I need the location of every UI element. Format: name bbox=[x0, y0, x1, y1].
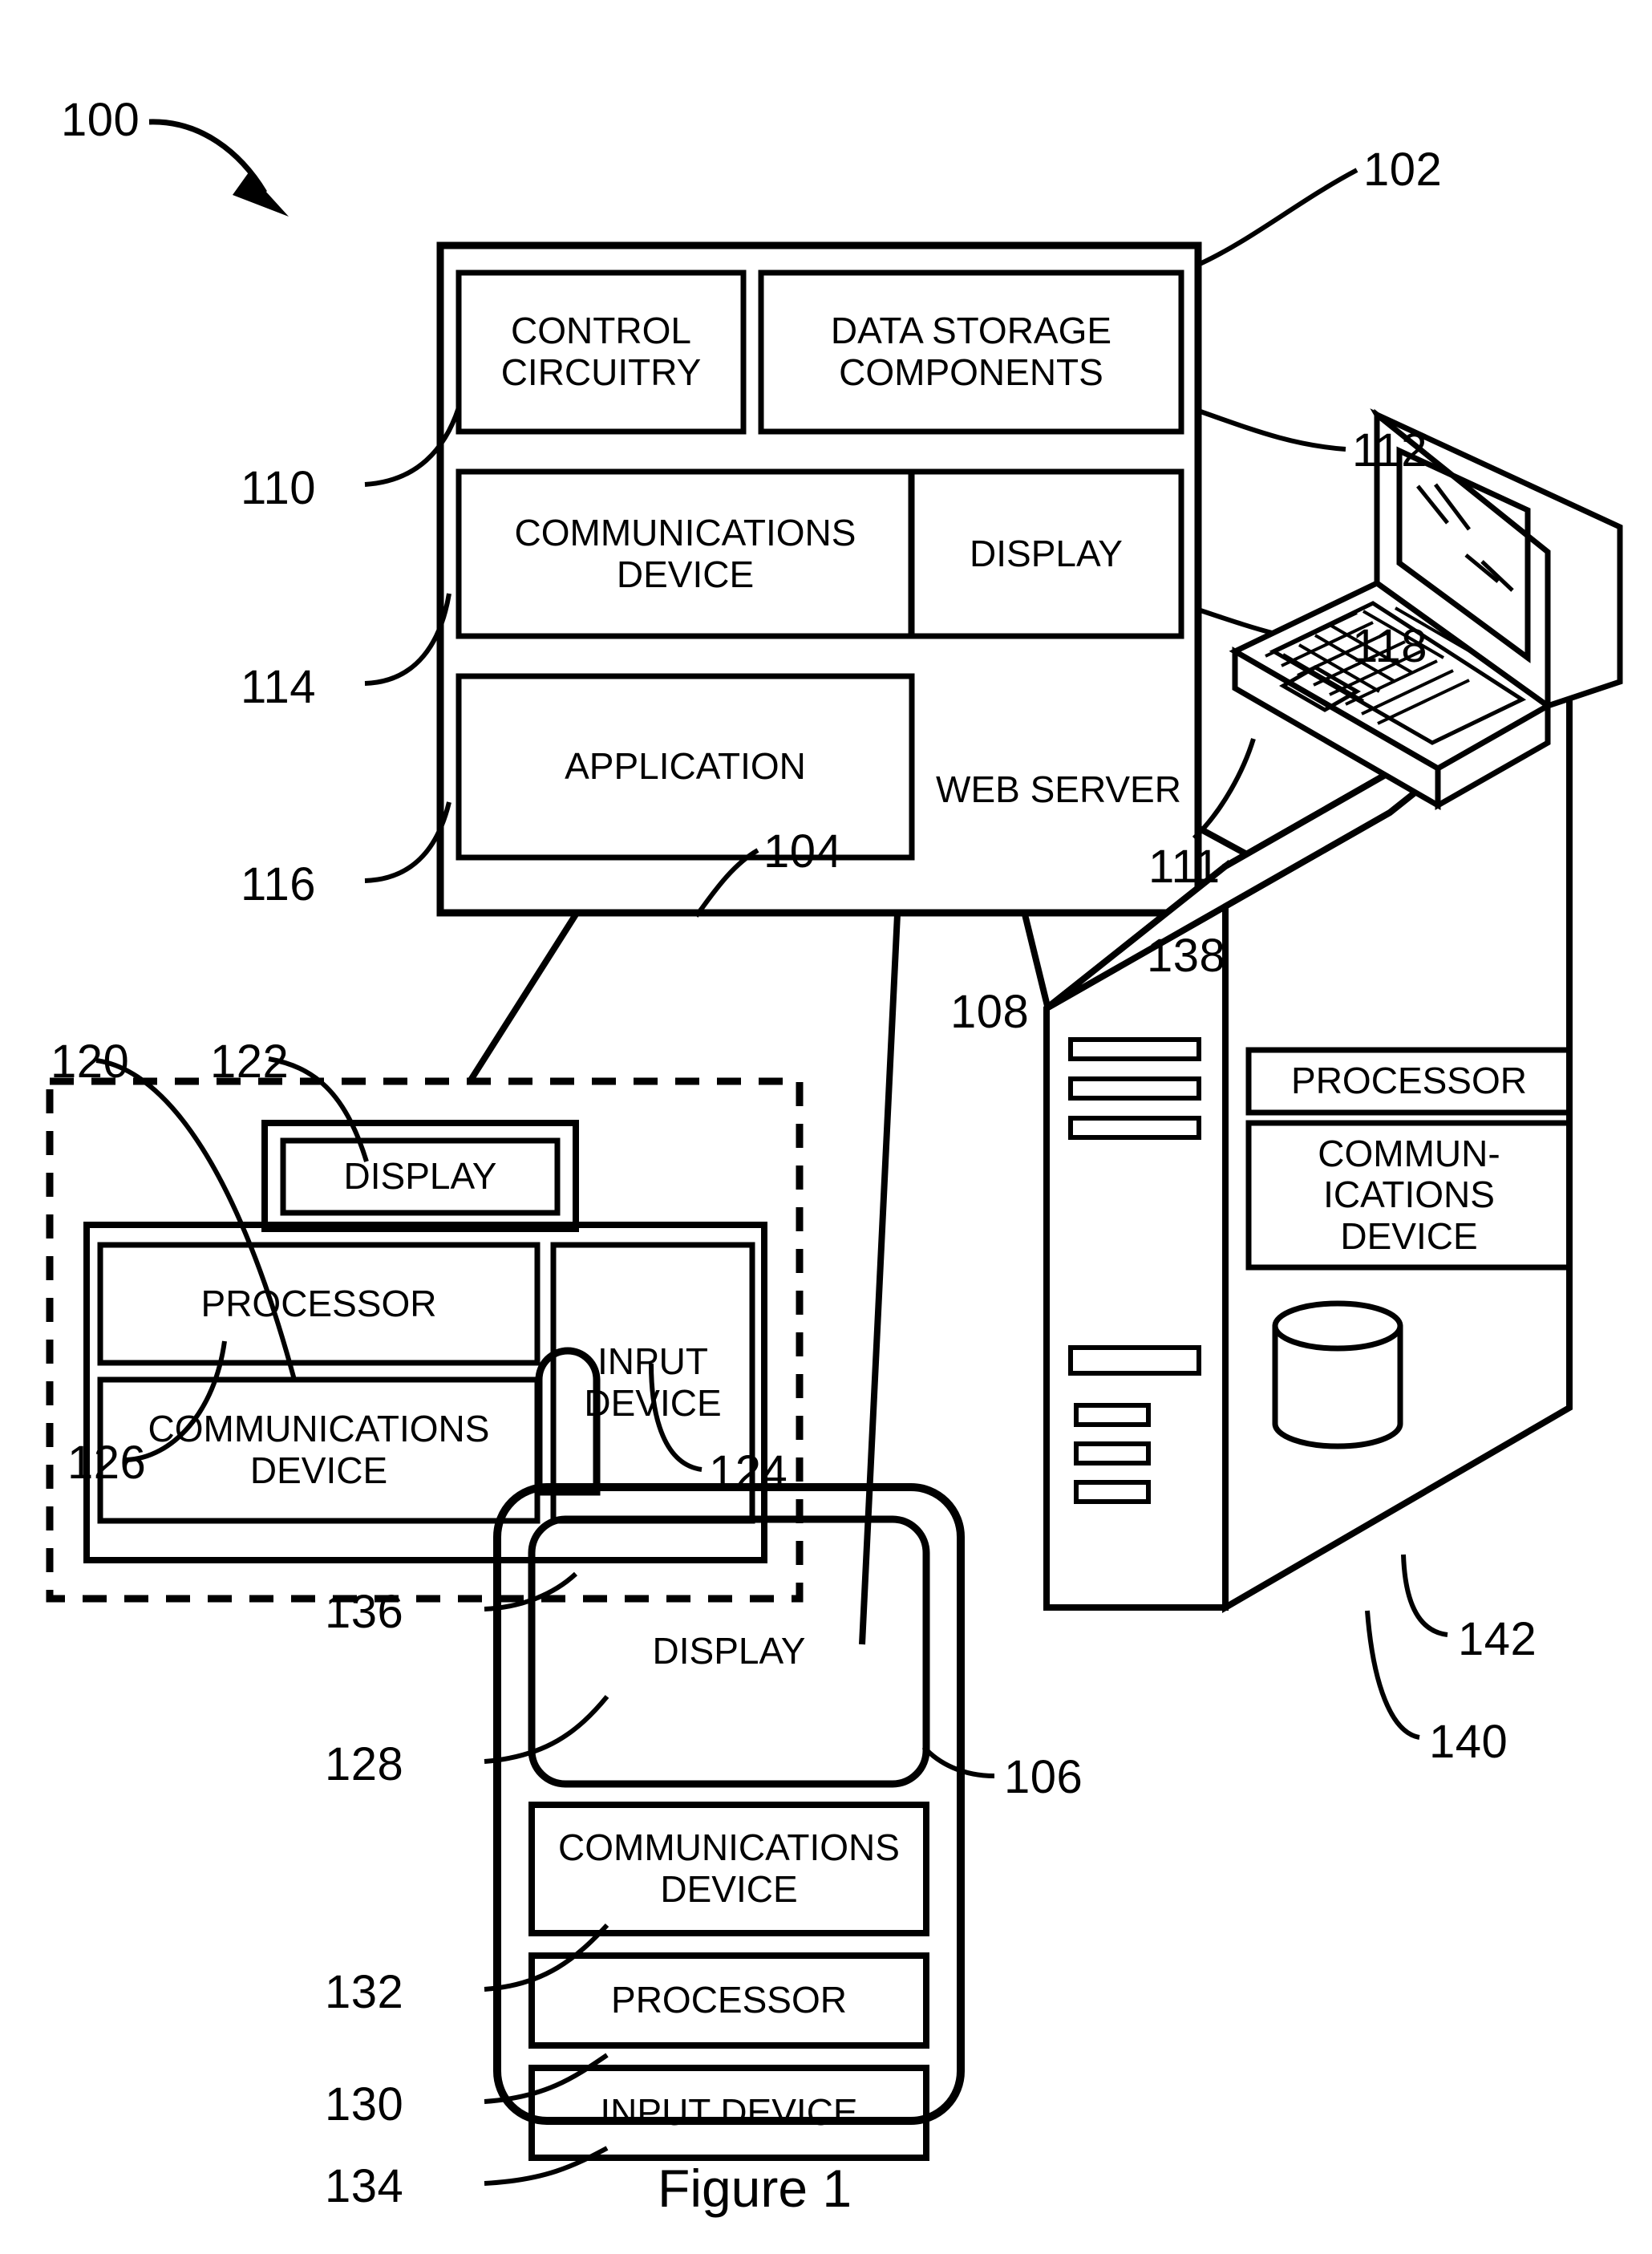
leader-114 bbox=[364, 593, 451, 686]
control-circuitry-label: CONTROL CIRCUITRY bbox=[500, 310, 702, 393]
ref-138: 138 bbox=[1147, 930, 1226, 982]
ref-122: 122 bbox=[210, 1036, 290, 1088]
ref-132: 132 bbox=[325, 1966, 404, 2018]
leader-112 bbox=[1197, 408, 1346, 452]
data-storage-components-label: DATA STORAGE COMPONENTS bbox=[830, 310, 1112, 393]
mobile-communications-label-132: COMMUNICATIONS DEVICE bbox=[558, 1826, 900, 1910]
communications-device-label-114: COMMUNICATIONS DEVICE bbox=[514, 511, 856, 595]
ref-136: 136 bbox=[325, 1586, 404, 1638]
ref-142: 142 bbox=[1458, 1613, 1537, 1665]
ref-140: 140 bbox=[1429, 1716, 1508, 1768]
display-label-118: DISPLAY bbox=[970, 532, 1123, 574]
mobile-processor-label-130: PROCESSOR bbox=[611, 1979, 847, 2021]
leader-142 bbox=[1401, 1554, 1448, 1637]
leader-140 bbox=[1365, 1610, 1420, 1740]
leader-116 bbox=[364, 801, 451, 883]
leader-102 bbox=[1196, 168, 1358, 267]
client-processor-label-120: PROCESSOR bbox=[200, 1282, 437, 1324]
ref-114: 114 bbox=[241, 661, 316, 713]
leader-110 bbox=[364, 407, 461, 487]
mobile-display-label-128: DISPLAY bbox=[652, 1630, 806, 1672]
leader-111 bbox=[1192, 738, 1256, 841]
ref-126: 126 bbox=[67, 1437, 147, 1489]
mobile-input-device-label-134: INPUT DEVICE bbox=[600, 2091, 858, 2134]
ref-100: 100 bbox=[61, 94, 140, 146]
ref-120: 120 bbox=[51, 1036, 130, 1088]
ref-102: 102 bbox=[1363, 144, 1443, 196]
ref-112: 112 bbox=[1352, 424, 1427, 476]
system-ref-arrowhead bbox=[233, 172, 289, 217]
link-system-to-client bbox=[467, 912, 579, 1084]
client-display-label-122: DISPLAY bbox=[343, 1155, 497, 1198]
ref-116: 116 bbox=[241, 858, 316, 910]
ref-104: 104 bbox=[763, 825, 843, 878]
ref-124: 124 bbox=[709, 1446, 788, 1498]
ref-130: 130 bbox=[325, 2078, 404, 2130]
patent-figure-page: CONTROL CIRCUITRY DATA STORAGE COMPONENT… bbox=[0, 0, 1652, 2254]
ref-128: 128 bbox=[325, 1738, 404, 1790]
ref-106: 106 bbox=[1004, 1751, 1083, 1803]
ref-118: 118 bbox=[1352, 620, 1427, 672]
ref-111: 111 bbox=[1148, 841, 1221, 893]
ref-134: 134 bbox=[325, 2160, 404, 2212]
web-server-label: WEB SERVER bbox=[936, 768, 1181, 811]
ref-110: 110 bbox=[241, 462, 316, 514]
ref-108: 108 bbox=[950, 986, 1030, 1038]
server-communications-label-140: COMMUN- ICATIONS DEVICE bbox=[1318, 1132, 1500, 1257]
application-label-116: APPLICATION bbox=[565, 745, 806, 788]
server-processor-label-138: PROCESSOR bbox=[1291, 1060, 1527, 1102]
client-communications-label-126: COMMUNICATIONS DEVICE bbox=[148, 1408, 490, 1491]
figure-caption: Figure 1 bbox=[658, 2159, 852, 2218]
